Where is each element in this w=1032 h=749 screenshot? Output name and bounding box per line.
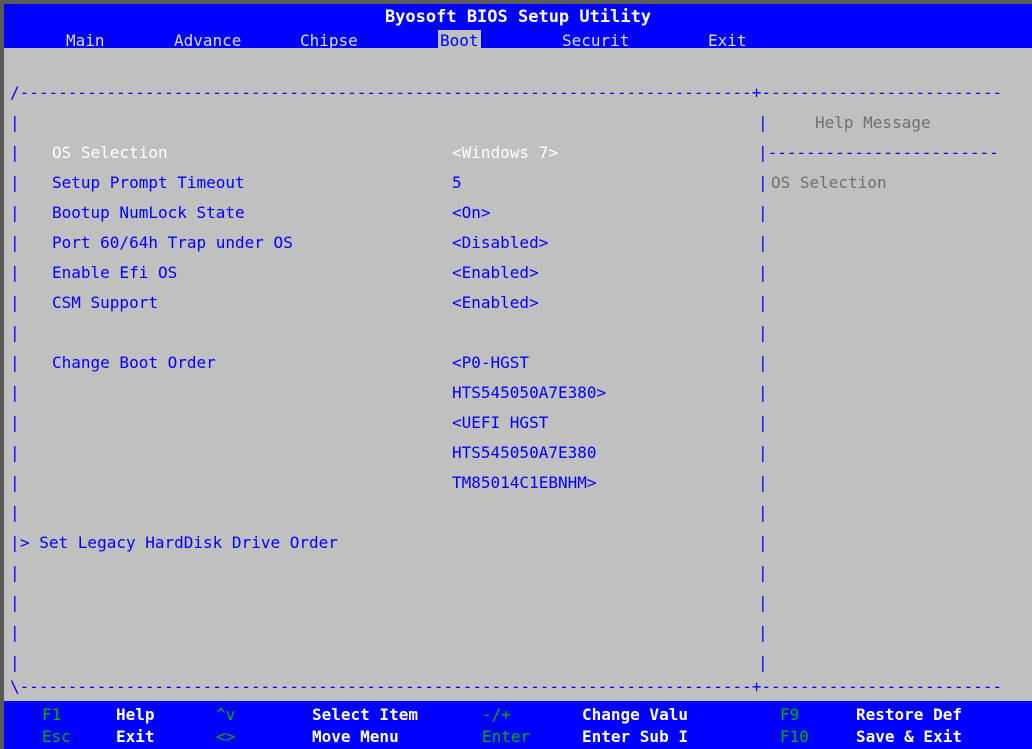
left-border-16: |: [10, 593, 20, 612]
key-help-footer: F1 Help ^v Select Item -/+ Change Valu F…: [4, 701, 1032, 749]
help-border-1: |: [758, 113, 768, 132]
help-border-18: |: [758, 653, 768, 672]
left-border-5: |: [10, 233, 20, 252]
left-border-3: |: [10, 173, 20, 192]
setting-label-bootup-numlock-state[interactable]: Bootup NumLock State: [52, 203, 245, 223]
help-border-3: |: [758, 203, 768, 222]
key-esc-label: Exit: [116, 727, 155, 746]
help-border-13: |: [758, 503, 768, 522]
left-border-11: |: [10, 413, 20, 432]
left-border-4: |: [10, 203, 20, 222]
key-esc: Esc: [42, 727, 71, 746]
boot-order-value-5[interactable]: TM85014C1EBNHM>: [452, 473, 597, 493]
setting-label-setup-prompt-timeout[interactable]: Setup Prompt Timeout: [52, 173, 245, 193]
bios-title: Byosoft BIOS Setup Utility: [384, 7, 652, 27]
tab-exit[interactable]: Exit: [708, 30, 747, 52]
key-f10: F10: [780, 727, 809, 746]
setting-label-port-trap[interactable]: Port 60/64h Trap under OS: [52, 233, 293, 253]
left-border-18: |: [10, 653, 20, 672]
left-border-6: |: [10, 263, 20, 282]
left-border-8: |: [10, 323, 20, 342]
bottom-border: \---------------------------------------…: [10, 677, 1003, 696]
help-border-4: |: [758, 233, 768, 252]
setting-value-enable-efi-os[interactable]: <Enabled>: [452, 263, 539, 283]
left-border-10: |: [10, 383, 20, 402]
help-border-5: |: [758, 263, 768, 282]
key-f1: F1: [42, 705, 62, 724]
setting-label-change-boot-order[interactable]: Change Boot Order: [52, 353, 216, 373]
left-border-1: |: [10, 113, 20, 132]
setting-value-port-trap[interactable]: <Disabled>: [452, 233, 548, 253]
help-border-16: |: [758, 593, 768, 612]
key-f1-label: Help: [116, 705, 155, 724]
tab-security[interactable]: Securit: [562, 30, 629, 52]
left-border-12: |: [10, 443, 20, 462]
key-up-down: ^v: [216, 705, 236, 724]
menu-tabs: Main Advance Chipse Boot Securit Exit: [4, 30, 1032, 52]
help-border-15: |: [758, 563, 768, 582]
help-divider: |------------------------: [758, 143, 999, 162]
setting-value-os-selection[interactable]: <Windows 7>: [452, 143, 558, 163]
setting-label-enable-efi-os[interactable]: Enable Efi OS: [52, 263, 177, 283]
key-enter: Enter: [482, 727, 531, 746]
key-f9-label: Restore Def: [856, 705, 962, 724]
key-minus-plus-label: Change Valu: [582, 705, 688, 724]
help-text: OS Selection: [771, 173, 887, 192]
help-border-11: |: [758, 443, 768, 462]
help-border-6: |: [758, 293, 768, 312]
top-border: /---------------------------------------…: [10, 83, 1003, 102]
title-bar: Byosoft BIOS Setup Utility Main Advance …: [4, 4, 1032, 52]
boot-order-value-4[interactable]: HTS545050A7E380: [452, 443, 597, 463]
key-enter-label: Enter Sub I: [582, 727, 688, 746]
tab-advance[interactable]: Advance: [174, 30, 241, 52]
bios-screen: Byosoft BIOS Setup Utility Main Advance …: [0, 0, 1032, 749]
key-f10-label: Save & Exit: [856, 727, 962, 746]
key-up-down-label: Select Item: [312, 705, 418, 724]
boot-order-value-3[interactable]: <UEFI HGST: [452, 413, 548, 433]
setting-value-csm-support[interactable]: <Enabled>: [452, 293, 539, 313]
left-border-15: |: [10, 563, 20, 582]
setting-value-bootup-numlock-state[interactable]: <On>: [452, 203, 491, 223]
left-border-7: |: [10, 293, 20, 312]
left-border-2: |: [10, 143, 20, 162]
help-border-8: |: [758, 353, 768, 372]
help-title: Help Message: [815, 113, 931, 132]
submenu-row-border: |: [10, 533, 20, 552]
key-f9: F9: [780, 705, 800, 724]
tab-main[interactable]: Main: [66, 30, 105, 52]
help-border-9: |: [758, 383, 768, 402]
submenu-set-legacy-harddisk-drive-order[interactable]: > Set Legacy HardDisk Drive Order: [20, 533, 338, 553]
setting-label-os-selection[interactable]: OS Selection: [52, 143, 168, 163]
setting-label-csm-support[interactable]: CSM Support: [52, 293, 158, 313]
key-left-right: <>: [216, 727, 236, 746]
boot-order-value-1[interactable]: <P0-HGST: [452, 353, 529, 373]
help-border-14: |: [758, 533, 768, 552]
help-border-2: |: [758, 173, 768, 192]
key-minus-plus: -/+: [482, 705, 511, 724]
left-border-14: |: [10, 503, 20, 522]
left-border-9: |: [10, 353, 20, 372]
tab-chipset[interactable]: Chipse: [300, 30, 358, 52]
help-border-7: |: [758, 323, 768, 342]
window-frame-left: [0, 0, 4, 749]
help-border-12: |: [758, 473, 768, 492]
tab-boot[interactable]: Boot: [438, 30, 481, 52]
left-border-13: |: [10, 473, 20, 492]
help-border-10: |: [758, 413, 768, 432]
key-left-right-label: Move Menu: [312, 727, 399, 746]
boot-order-value-2[interactable]: HTS545050A7E380>: [452, 383, 606, 403]
setting-value-setup-prompt-timeout[interactable]: 5: [452, 173, 462, 193]
help-border-17: |: [758, 623, 768, 642]
left-border-17: |: [10, 623, 20, 642]
